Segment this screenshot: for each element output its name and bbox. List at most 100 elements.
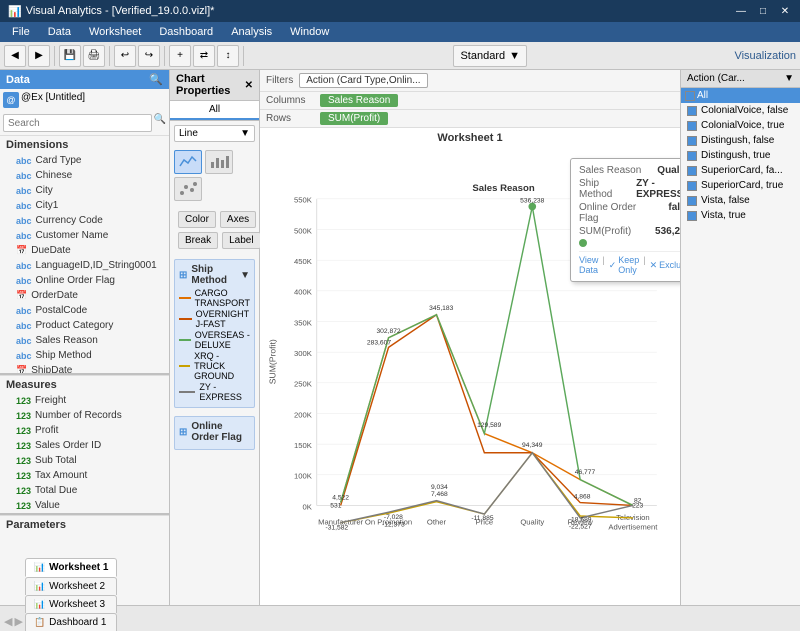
measure-item[interactable]: 123Sub Total bbox=[0, 453, 169, 468]
item-checkbox[interactable] bbox=[687, 181, 697, 191]
item-checkbox[interactable] bbox=[687, 121, 697, 131]
svg-text:500K: 500K bbox=[294, 226, 313, 235]
item-checkbox[interactable] bbox=[687, 211, 697, 221]
forward-button[interactable]: ▶ bbox=[28, 45, 50, 67]
chart-props-close-icon[interactable]: ✕ bbox=[245, 80, 253, 91]
columns-pill[interactable]: Sales Reason bbox=[320, 94, 398, 107]
color-button[interactable]: Color bbox=[178, 211, 216, 228]
data-panel-header: Data 🔍 bbox=[0, 70, 169, 89]
sheet-tab-2[interactable]: 📊Worksheet 3 bbox=[25, 595, 118, 613]
break-button[interactable]: Break bbox=[178, 232, 218, 249]
exclude-action[interactable]: ✕ Exclude bbox=[650, 255, 680, 275]
item-checkbox[interactable] bbox=[687, 106, 697, 116]
measure-item[interactable]: 123Profit bbox=[0, 423, 169, 438]
rp-list-item[interactable]: ColonialVoice, true bbox=[681, 118, 800, 133]
tooltip-sr-label: Sales Reason bbox=[579, 165, 641, 176]
tooltip-oo-label: Online Order Flag bbox=[579, 202, 656, 224]
tab-nav-right[interactable]: ▶ bbox=[14, 615, 22, 628]
dimension-item[interactable]: abcCustomer Name bbox=[0, 228, 169, 243]
redo-button[interactable]: ↪ bbox=[138, 45, 160, 67]
sort-button[interactable]: ↕ bbox=[217, 45, 239, 67]
minimize-button[interactable]: — bbox=[734, 4, 748, 18]
tab-nav-left[interactable]: ◀ bbox=[4, 615, 12, 628]
print-button[interactable]: 🖨 bbox=[83, 45, 105, 67]
ship-method-expand[interactable]: ▼ bbox=[240, 270, 250, 281]
item-checkbox[interactable] bbox=[687, 166, 697, 176]
dimension-item[interactable]: 📅ShipDate bbox=[0, 363, 169, 373]
sheet-tab-3[interactable]: 📋Dashboard 1 bbox=[25, 613, 118, 631]
view-data-action[interactable]: View Data bbox=[579, 255, 598, 275]
menu-file[interactable]: File bbox=[4, 24, 38, 40]
back-button[interactable]: ◀ bbox=[4, 45, 26, 67]
menu-window[interactable]: Window bbox=[282, 24, 337, 40]
standard-dropdown[interactable]: Standard ▼ bbox=[453, 45, 527, 67]
dimension-item[interactable]: abcProduct Category bbox=[0, 318, 169, 333]
scatter-icon[interactable] bbox=[174, 177, 202, 201]
bar-chart-icon[interactable] bbox=[205, 150, 233, 174]
swap-button[interactable]: ⇄ bbox=[193, 45, 215, 67]
dimension-item[interactable]: abcLanguageID,ID_String0001 bbox=[0, 258, 169, 273]
rp-list-item[interactable]: ColonialVoice, false bbox=[681, 103, 800, 118]
keep-only-action[interactable]: ✓ Keep Only bbox=[609, 255, 640, 275]
filter-action-pill[interactable]: Action (Card Type,Onlin... bbox=[299, 73, 427, 88]
dimension-item[interactable]: abcPostalCode bbox=[0, 303, 169, 318]
data-search-icon[interactable]: 🔍 bbox=[149, 73, 163, 86]
measure-item[interactable]: 123Tax Amount bbox=[0, 468, 169, 483]
y-axis-label: SUM(Profit) bbox=[267, 339, 277, 384]
menu-worksheet[interactable]: Worksheet bbox=[81, 24, 149, 40]
rows-pill[interactable]: SUM(Profit) bbox=[320, 112, 388, 125]
online-order-title: ⊞ Online Order Flag bbox=[179, 421, 250, 443]
rp-expand-icon[interactable]: ▼ bbox=[784, 73, 794, 84]
dimension-item[interactable]: abcCard Type bbox=[0, 153, 169, 168]
item-checkbox[interactable] bbox=[687, 196, 697, 206]
axes-button[interactable]: Axes bbox=[220, 211, 256, 228]
dimension-item[interactable]: 📅DueDate bbox=[0, 243, 169, 258]
tooltip-dot-row bbox=[579, 239, 680, 247]
item-checkbox[interactable] bbox=[687, 151, 697, 161]
tooltip-sales-reason-row: Sales Reason Quality bbox=[579, 165, 680, 176]
line-chart-icon[interactable] bbox=[174, 150, 202, 174]
dimension-item[interactable]: abcChinese bbox=[0, 168, 169, 183]
rp-items-list: ColonialVoice, falseColonialVoice, trueD… bbox=[681, 103, 800, 223]
close-button[interactable]: ✕ bbox=[778, 4, 792, 18]
measure-item[interactable]: 123Sales Order ID bbox=[0, 438, 169, 453]
sheet-tab-1[interactable]: 📊Worksheet 2 bbox=[25, 577, 118, 595]
chart-type-dropdown[interactable]: Line ▼ bbox=[174, 125, 255, 142]
rp-list-item[interactable]: SuperiorCard, fa... bbox=[681, 163, 800, 178]
dimension-item[interactable]: abcCurrency Code bbox=[0, 213, 169, 228]
dimensions-label: Dimensions bbox=[0, 135, 169, 153]
measure-item[interactable]: 123Total Due bbox=[0, 483, 169, 498]
measure-item[interactable]: 123Freight bbox=[0, 393, 169, 408]
menu-analysis[interactable]: Analysis bbox=[223, 24, 280, 40]
rp-list-item[interactable]: Distingush, false bbox=[681, 133, 800, 148]
rp-all-filter[interactable]: All bbox=[681, 88, 800, 103]
dimension-item[interactable]: abcShip Method bbox=[0, 348, 169, 363]
label-button[interactable]: Label bbox=[222, 232, 260, 249]
all-checkbox[interactable] bbox=[685, 91, 695, 101]
sheet-tab-0[interactable]: 📊Worksheet 1 bbox=[25, 558, 118, 577]
chart-properties-panel: Chart Properties ✕ All Line ▼ Color bbox=[170, 70, 260, 605]
tab-all[interactable]: All bbox=[170, 101, 259, 120]
dimension-item[interactable]: abcOnline Order Flag bbox=[0, 273, 169, 288]
svg-text:200K: 200K bbox=[294, 410, 313, 419]
rp-list-item[interactable]: SuperiorCard, true bbox=[681, 178, 800, 193]
measure-item[interactable]: 123Value bbox=[0, 498, 169, 513]
search-input[interactable] bbox=[3, 114, 152, 132]
item-checkbox[interactable] bbox=[687, 136, 697, 146]
dimension-item[interactable]: abcSales Reason bbox=[0, 333, 169, 348]
menu-dashboard[interactable]: Dashboard bbox=[151, 24, 221, 40]
dimension-item[interactable]: abcCity1 bbox=[0, 198, 169, 213]
dimension-item[interactable]: abcCity bbox=[0, 183, 169, 198]
dimension-item[interactable]: 📅OrderDate bbox=[0, 288, 169, 303]
rp-list-item[interactable]: Vista, true bbox=[681, 208, 800, 223]
save-button[interactable]: 💾 bbox=[59, 45, 81, 67]
new-worksheet-button[interactable]: + bbox=[169, 45, 191, 67]
undo-button[interactable]: ↩ bbox=[114, 45, 136, 67]
svg-text:94,349: 94,349 bbox=[522, 442, 543, 449]
menu-data[interactable]: Data bbox=[40, 24, 79, 40]
tab-icon: 📋 bbox=[34, 617, 45, 628]
rp-list-item[interactable]: Vista, false bbox=[681, 193, 800, 208]
rp-list-item[interactable]: Distingush, true bbox=[681, 148, 800, 163]
maximize-button[interactable]: □ bbox=[756, 4, 770, 18]
measure-item[interactable]: 123Number of Records bbox=[0, 408, 169, 423]
